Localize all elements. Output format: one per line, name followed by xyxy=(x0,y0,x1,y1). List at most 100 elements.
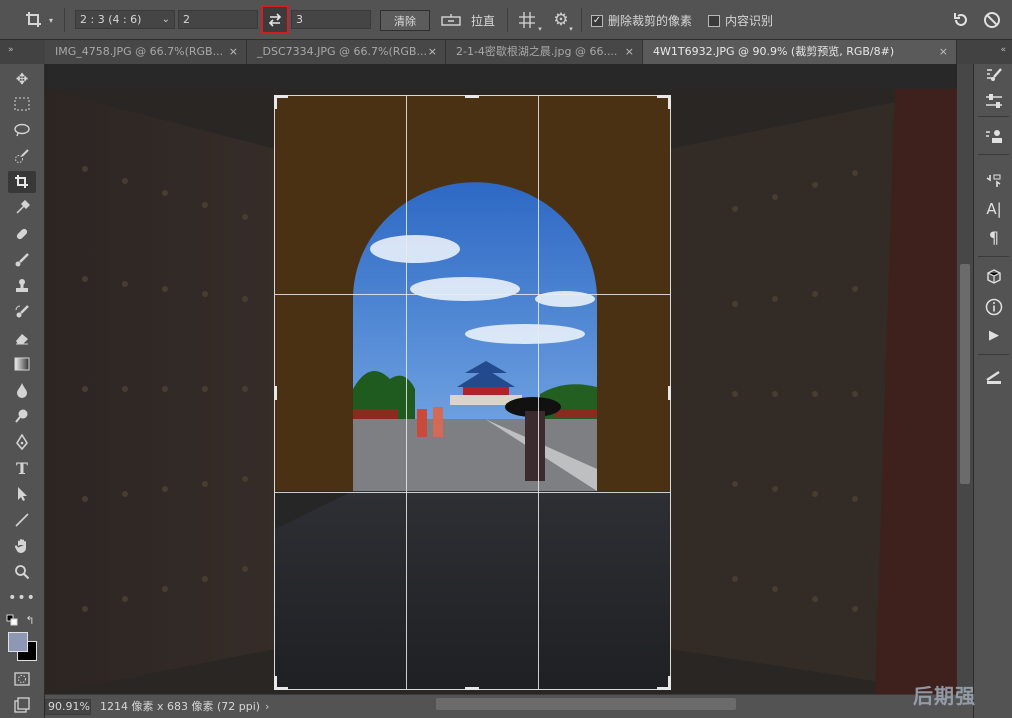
tab-label: IMG_4758.JPG @ 66.7%(RGB... xyxy=(55,45,224,58)
crop-grid-line xyxy=(275,492,670,493)
quick-mask-icon[interactable] xyxy=(8,668,36,690)
tab-label: 4W1T6932.JPG @ 90.9% (裁剪预览, RGB/8#) xyxy=(653,45,895,58)
character-icon[interactable]: A| xyxy=(982,198,1006,220)
width-field[interactable]: 2 xyxy=(178,10,258,29)
zoom-value: 90.91% xyxy=(48,700,90,713)
clear-button[interactable]: 清除 xyxy=(380,10,430,31)
crop-handle-bottom-left[interactable] xyxy=(274,676,277,690)
history-brush-icon[interactable] xyxy=(8,301,36,323)
crop-tool-preset-icon[interactable] xyxy=(22,9,46,31)
marquee-icon[interactable] xyxy=(8,93,36,115)
close-icon[interactable]: × xyxy=(229,40,238,64)
brush-icon[interactable] xyxy=(8,249,36,271)
clear-button-label: 清除 xyxy=(394,14,416,28)
close-icon[interactable]: × xyxy=(625,40,634,64)
path-select-icon[interactable] xyxy=(8,483,36,505)
reset-icon[interactable] xyxy=(950,9,972,31)
blur-icon[interactable] xyxy=(8,379,36,401)
line-icon[interactable] xyxy=(8,509,36,531)
crop-handle-left[interactable] xyxy=(274,386,277,400)
more-tools-icon[interactable]: ••• xyxy=(8,587,36,609)
hand-icon[interactable] xyxy=(8,535,36,557)
overlay-dropdown-icon[interactable]: ▾ xyxy=(537,25,543,33)
divider xyxy=(978,354,1009,355)
crop-grid-line xyxy=(406,96,407,689)
document-tabs: IMG_4758.JPG @ 66.7%(RGB... × _DSC7334.J… xyxy=(45,40,957,64)
crop-grid-line xyxy=(538,96,539,689)
screen-mode-icon[interactable] xyxy=(8,694,36,716)
tab-michigan-lake[interactable]: 2-1-4密歇根湖之晨.jpg @ 66.... × xyxy=(446,40,643,64)
foreground-color-swatch[interactable] xyxy=(8,632,28,652)
crop-handle-bottom[interactable] xyxy=(465,687,479,690)
ratio-select-value: 2 : 3 (4 : 6) xyxy=(80,13,142,26)
brush-settings-icon[interactable] xyxy=(982,64,1006,86)
crop-handle-top[interactable] xyxy=(465,95,479,98)
dodge-icon[interactable] xyxy=(8,405,36,427)
default-colors-icon[interactable] xyxy=(6,614,18,626)
eraser-icon[interactable] xyxy=(8,327,36,349)
crop-handle-top-right[interactable] xyxy=(668,95,671,109)
crop-icon[interactable] xyxy=(8,171,36,193)
clone-source-icon[interactable] xyxy=(982,126,1006,148)
paragraph-icon[interactable]: ¶ xyxy=(982,226,1006,248)
tool-preset-dropdown-icon[interactable]: ▾ xyxy=(46,14,56,26)
collapse-icon[interactable]: » xyxy=(8,45,14,55)
document-canvas[interactable] xyxy=(45,64,957,694)
delete-cropped-checkbox[interactable]: ✓ 删除裁剪的像素 xyxy=(591,12,692,29)
cancel-icon[interactable] xyxy=(981,9,1003,31)
adjustments-icon[interactable] xyxy=(982,90,1006,112)
gradient-icon[interactable] xyxy=(8,353,36,375)
crop-handle-right[interactable] xyxy=(668,386,671,400)
tools-panel: ✥ T ••• ↰ xyxy=(0,64,45,718)
healing-icon[interactable] xyxy=(8,223,36,245)
stamp-icon[interactable] xyxy=(8,275,36,297)
tab-img-4758[interactable]: IMG_4758.JPG @ 66.7%(RGB... × xyxy=(45,40,247,64)
document-info: 1214 像素 x 683 像素 (72 ppi) xyxy=(100,700,261,713)
crop-handle-top-left[interactable] xyxy=(274,95,277,109)
close-icon[interactable]: × xyxy=(428,40,437,64)
crop-grid-line xyxy=(275,294,670,295)
tab-4w1t6932[interactable]: 4W1T6932.JPG @ 90.9% (裁剪预览, RGB/8#) × xyxy=(643,40,957,64)
scroll-thumb[interactable] xyxy=(960,264,970,484)
crop-handle-bottom-right[interactable] xyxy=(668,676,671,690)
content-aware-checkbox[interactable]: 内容识别 xyxy=(708,12,773,29)
divider xyxy=(507,8,508,32)
vertical-scrollbar[interactable] xyxy=(957,64,973,694)
eyedropper-icon[interactable] xyxy=(8,197,36,219)
panel-header: « xyxy=(957,40,1012,64)
move-icon[interactable]: ✥ xyxy=(8,68,36,90)
gear-dropdown-icon[interactable]: ▾ xyxy=(568,25,574,33)
width-value: 2 xyxy=(183,13,190,26)
zoom-icon[interactable] xyxy=(8,561,36,583)
collapse-icon[interactable]: « xyxy=(1000,45,1006,55)
quick-select-icon[interactable] xyxy=(8,145,36,167)
toolbar-header: » xyxy=(0,40,45,64)
swap-dimensions-button[interactable] xyxy=(261,5,289,34)
swap-colors-icon[interactable]: ↰ xyxy=(24,614,36,627)
tab-label: 2-1-4密歇根湖之晨.jpg @ 66.... xyxy=(456,45,618,58)
play-icon[interactable]: ▶ xyxy=(982,324,1006,346)
content-aware-label: 内容识别 xyxy=(725,14,774,28)
options-bar: ▾ 2 : 3 (4 : 6) ⌄ 2 3 清除 拉直 ▾ ⚙ ▾ ✓ 删除裁剪… xyxy=(0,0,1012,40)
height-field[interactable]: 3 xyxy=(291,10,371,29)
zoom-field[interactable]: 90.91% xyxy=(45,699,91,715)
3d-icon[interactable] xyxy=(982,266,1006,288)
divider xyxy=(64,8,65,32)
lasso-icon[interactable] xyxy=(8,119,36,141)
delete-cropped-label: 删除裁剪的像素 xyxy=(608,14,693,28)
tab-dsc7334[interactable]: _DSC7334.JPG @ 66.7%(RGB... × xyxy=(247,40,446,64)
height-value: 3 xyxy=(296,13,303,26)
tool-presets-icon[interactable] xyxy=(982,366,1006,388)
type-icon[interactable]: T xyxy=(8,457,36,479)
close-icon[interactable]: × xyxy=(939,40,948,64)
crop-box[interactable] xyxy=(274,95,671,690)
swap-arrows-icon xyxy=(268,12,282,27)
info-menu-arrow[interactable]: › xyxy=(265,699,269,715)
info-icon[interactable] xyxy=(982,296,1006,318)
straighten-button[interactable]: 拉直 xyxy=(441,9,495,31)
history-icon[interactable] xyxy=(982,170,1006,192)
ratio-select[interactable]: 2 : 3 (4 : 6) ⌄ xyxy=(75,10,175,29)
pen-icon[interactable] xyxy=(8,431,36,453)
horizontal-scrollbar-thumb[interactable] xyxy=(436,698,736,710)
overlay-grid-icon[interactable] xyxy=(516,10,538,30)
